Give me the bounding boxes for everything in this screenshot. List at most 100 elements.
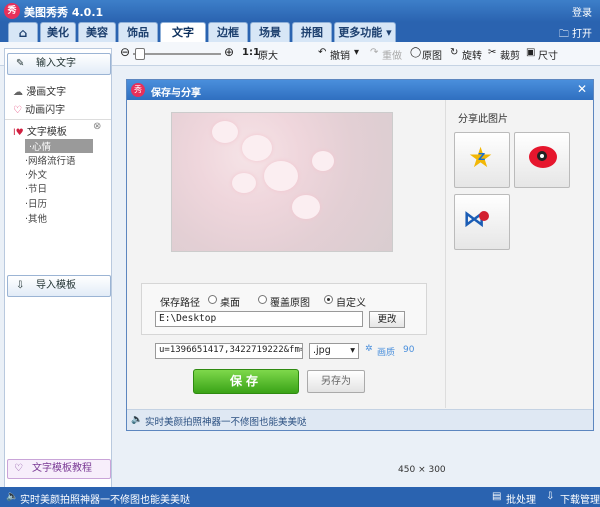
rotate-icon[interactable]: ↻ bbox=[450, 47, 458, 58]
comic-text-label: 漫画文字 bbox=[26, 87, 67, 98]
template-category[interactable]: I♥ 文字模板 bbox=[13, 123, 67, 138]
template-label: 节日 bbox=[28, 184, 48, 195]
template-item-internet[interactable]: ·网络流行语 bbox=[25, 153, 76, 167]
animated-text-item[interactable]: ♡ 动画闪字 bbox=[13, 101, 65, 116]
tab-beautify[interactable]: 美化 bbox=[40, 22, 76, 42]
undo-dropdown-icon[interactable]: ▾ bbox=[354, 47, 359, 58]
zoom-out-icon[interactable]: ⊖ bbox=[120, 45, 130, 59]
tab-border[interactable]: 边框 bbox=[208, 22, 248, 42]
tab-more[interactable]: 更多功能 ▾ bbox=[334, 22, 396, 42]
radio-overwrite-label: 覆盖原图 bbox=[270, 298, 310, 309]
download-icon[interactable]: ⇩ bbox=[546, 491, 554, 502]
blossom bbox=[312, 151, 334, 171]
rotate-button[interactable]: 旋转 bbox=[462, 47, 482, 62]
zoom-slider-handle[interactable] bbox=[135, 48, 145, 60]
login-link[interactable]: 登录 bbox=[572, 4, 592, 19]
filename-input[interactable]: u=1396651417,3422719222&fm=20 bbox=[155, 343, 303, 359]
crop-button[interactable]: 裁剪 bbox=[500, 47, 520, 62]
import-icon: ⇩ bbox=[16, 280, 25, 291]
renren-dot-icon bbox=[479, 211, 489, 221]
preview-image bbox=[171, 112, 393, 252]
save-path-label: 保存路径 bbox=[160, 298, 200, 309]
template-label: 外文 bbox=[28, 170, 48, 181]
save-path-input[interactable]: E:\Desktop bbox=[155, 311, 363, 327]
menu-bar: ⌂ 美化 美容 饰品 文字 边框 场景 拼图 更多功能 ▾ 🗀 打开 bbox=[0, 22, 600, 42]
undo-icon[interactable]: ↶ bbox=[318, 47, 326, 58]
canvas-height: 300 bbox=[428, 465, 446, 475]
scissors-icon[interactable]: ✂ bbox=[488, 47, 496, 58]
text-edit-icon: ✎ bbox=[16, 58, 25, 69]
speaker-icon: 🔈 bbox=[6, 491, 19, 502]
format-select[interactable]: .jpg ▾ bbox=[309, 343, 359, 359]
blossom bbox=[292, 195, 320, 219]
import-template-label: 导入模板 bbox=[36, 280, 76, 291]
import-template-button[interactable]: ⇩ 导入模板 bbox=[7, 275, 111, 297]
tab-accessories[interactable]: 饰品 bbox=[118, 22, 158, 42]
radio-desktop-label: 桌面 bbox=[220, 298, 240, 309]
radio-custom[interactable] bbox=[324, 295, 333, 304]
chevron-down-icon: ▾ bbox=[386, 26, 392, 39]
canvas-size-readout: 450 × 300 bbox=[398, 465, 446, 475]
template-label: 日历 bbox=[28, 199, 48, 210]
resize-icon[interactable]: ▣ bbox=[526, 47, 535, 58]
original-icon[interactable]: ◯ bbox=[410, 47, 421, 58]
tutorial-label: 文字模板教程 bbox=[32, 463, 92, 474]
radio-overwrite[interactable] bbox=[258, 295, 267, 304]
share-title: 分享此图片 bbox=[458, 114, 508, 125]
original-button[interactable]: 原图 bbox=[422, 47, 442, 62]
template-label: 心情 bbox=[32, 142, 52, 153]
template-item-other[interactable]: ·其他 bbox=[25, 211, 47, 225]
zoom-in-icon[interactable]: ⊕ bbox=[224, 45, 234, 59]
dialog-logo-icon: 秀 bbox=[131, 83, 145, 97]
title-bar: 秀 美图秀秀 4.0.1 登录 bbox=[0, 0, 600, 22]
qzone-share-button[interactable]: ★ Z bbox=[454, 132, 510, 188]
close-icon[interactable]: ✕ bbox=[577, 82, 587, 96]
template-item-mood[interactable]: ·心情 bbox=[25, 139, 93, 153]
tab-scene[interactable]: 场景 bbox=[250, 22, 290, 42]
tab-beauty[interactable]: 美容 bbox=[78, 22, 116, 42]
open-label: 打开 bbox=[572, 29, 592, 40]
quality-gear-icon[interactable]: ✲ bbox=[365, 344, 373, 354]
dialog-footer-text[interactable]: 实时美颜拍照神器一不修图也能美美哒 bbox=[145, 414, 307, 428]
original-size-button[interactable]: 原大 bbox=[258, 47, 278, 62]
change-path-button[interactable]: 更改 bbox=[369, 311, 405, 328]
download-button[interactable]: 下载管理 bbox=[560, 491, 600, 506]
chevron-down-icon: ▾ bbox=[350, 345, 355, 356]
weibo-share-button[interactable] bbox=[514, 132, 570, 188]
tab-text[interactable]: 文字 bbox=[160, 22, 206, 42]
tab-more-label: 更多功能 bbox=[338, 26, 383, 39]
undo-button[interactable]: 撤销 bbox=[330, 47, 350, 62]
quality-label[interactable]: 画质 bbox=[377, 345, 395, 358]
batch-icon[interactable]: ▤ bbox=[492, 491, 501, 502]
batch-button[interactable]: 批处理 bbox=[506, 491, 536, 506]
canvas-sep: × bbox=[418, 465, 426, 475]
quality-value: 90 bbox=[403, 345, 415, 355]
template-item-foreign[interactable]: ·外文 bbox=[25, 167, 47, 181]
zoom-slider-track[interactable] bbox=[133, 53, 221, 55]
save-button[interactable]: 保存 bbox=[193, 369, 299, 394]
resize-button[interactable]: 尺寸 bbox=[538, 47, 558, 62]
text-sidebar: ✎ 输入文字 ☁ 漫画文字 ♡ 动画闪字 I♥ 文字模板 ⊗ ·心情 ·网络流行… bbox=[4, 48, 112, 488]
tutorial-button[interactable]: ♡ 文字模板教程 bbox=[7, 459, 111, 479]
animated-text-label: 动画闪字 bbox=[25, 105, 66, 116]
template-item-calendar[interactable]: ·日历 bbox=[25, 196, 47, 210]
comic-bubble-icon: ☁ bbox=[13, 87, 23, 98]
save-as-button[interactable]: 另存为 bbox=[307, 370, 365, 393]
radio-desktop[interactable] bbox=[208, 295, 217, 304]
template-category-label: 文字模板 bbox=[26, 127, 67, 138]
dialog-title: 保存与分享 bbox=[151, 88, 201, 99]
status-text[interactable]: 实时美颜拍照神器一不修图也能美美哒 bbox=[20, 491, 190, 506]
collapse-icon[interactable]: ⊗ bbox=[93, 121, 101, 132]
redo-icon: ↷ bbox=[370, 47, 379, 58]
blossom bbox=[212, 121, 238, 143]
home-icon[interactable]: ⌂ bbox=[8, 22, 38, 42]
tab-collage[interactable]: 拼图 bbox=[292, 22, 332, 42]
dialog-header: 秀 保存与分享 ✕ bbox=[127, 80, 593, 100]
divider bbox=[5, 119, 111, 120]
comic-text-item[interactable]: ☁ 漫画文字 bbox=[13, 83, 66, 98]
template-label: 网络流行语 bbox=[28, 156, 76, 167]
input-text-button[interactable]: ✎ 输入文字 bbox=[7, 53, 111, 75]
template-item-holiday[interactable]: ·节日 bbox=[25, 181, 47, 195]
renren-share-button[interactable]: ⋈ bbox=[454, 194, 510, 250]
dialog-footer: 🔈 实时美颜拍照神器一不修图也能美美哒 bbox=[127, 409, 593, 430]
